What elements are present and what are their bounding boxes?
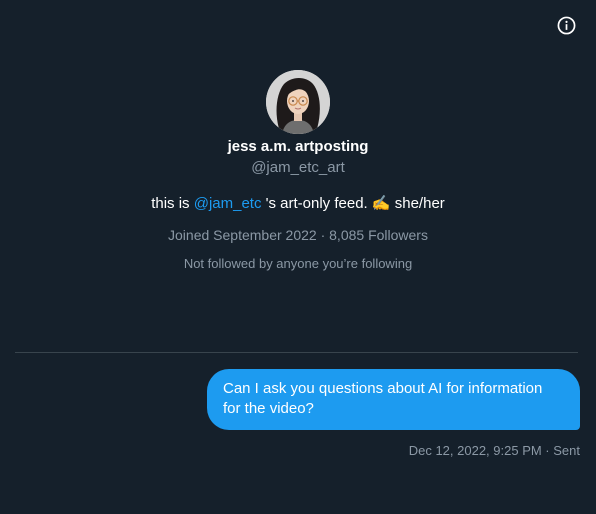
display-name[interactable]: jess a.m. artposting (0, 137, 596, 157)
dm-conversation-view: jess a.m. artposting @jam_etc_art this i… (0, 0, 596, 514)
bio-text-prefix: this is (151, 195, 194, 212)
bio-mention-link[interactable]: @jam_etc (194, 195, 262, 212)
bio-text-suffix: she/her (390, 195, 445, 212)
username-handle: @jam_etc_art (251, 159, 345, 176)
profile-bio: this is @jam_etc 's art-only feed. ✍️ sh… (0, 194, 596, 214)
bio-text-middle: 's art-only feed. (261, 195, 372, 212)
profile-summary: jess a.m. artposting @jam_etc_art this i… (0, 70, 596, 272)
writing-hand-icon: ✍️ (371, 195, 391, 212)
divider (15, 352, 578, 353)
followers-count: 8,085 Followers (329, 227, 428, 243)
message-timestamp: Dec 12, 2022, 9:25 PM · Sent (408, 443, 580, 458)
meta-separator: · (316, 227, 330, 243)
info-icon[interactable] (557, 16, 576, 35)
sent-message-bubble[interactable]: Can I ask you questions about AI for inf… (207, 369, 580, 430)
profile-meta: Joined September 2022 · 8,085 Followers (0, 226, 596, 244)
avatar[interactable] (266, 70, 330, 134)
joined-date: Joined September 2022 (168, 227, 317, 243)
mutual-followers-note[interactable]: Not followed by anyone you’re following (0, 256, 596, 272)
